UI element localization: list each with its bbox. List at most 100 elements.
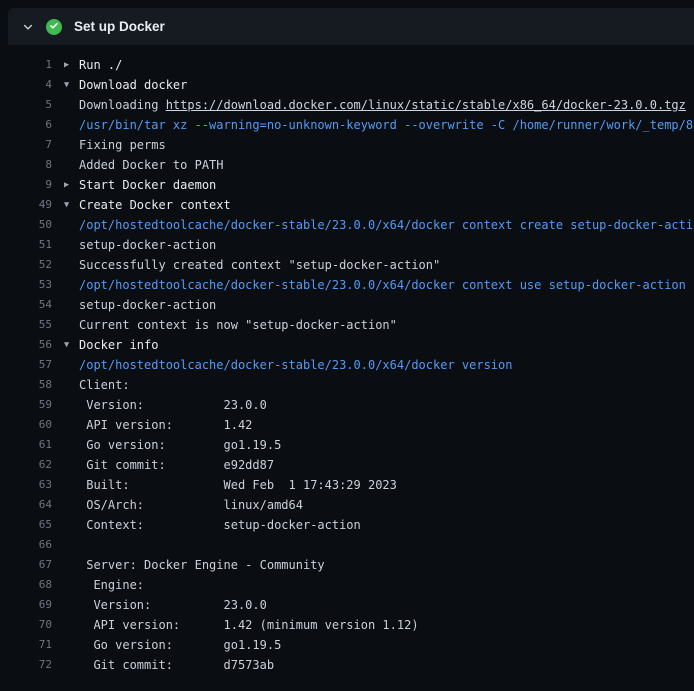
line-number[interactable]: 50 bbox=[8, 215, 52, 235]
line-number[interactable]: 62 bbox=[8, 455, 52, 475]
log-line: 60 API version: 1.42 bbox=[8, 415, 694, 435]
log-command-text: /opt/hostedtoolcache/docker-stable/23.0.… bbox=[52, 275, 686, 295]
group-collapsed-arrow-icon[interactable]: ▶ bbox=[64, 55, 79, 75]
line-number[interactable]: 70 bbox=[8, 615, 52, 635]
line-number[interactable]: 9 bbox=[8, 175, 52, 195]
log-line: 65 Context: setup-docker-action bbox=[8, 515, 694, 535]
log-text: Version: 23.0.0 bbox=[52, 395, 267, 415]
log-text: Version: 23.0.0 bbox=[52, 595, 267, 615]
line-number[interactable]: 52 bbox=[8, 255, 52, 275]
log-link[interactable]: https://download.docker.com/linux/static… bbox=[166, 98, 686, 112]
log-text: setup-docker-action bbox=[52, 235, 216, 255]
log-line: 70 API version: 1.42 (minimum version 1.… bbox=[8, 615, 694, 635]
log-line: 64 OS/Arch: linux/amd64 bbox=[8, 495, 694, 515]
log-line: 55Current context is now "setup-docker-a… bbox=[8, 315, 694, 335]
log-text: API version: 1.42 (minimum version 1.12) bbox=[52, 615, 419, 635]
line-number[interactable]: 5 bbox=[8, 95, 52, 115]
log-line: 63 Built: Wed Feb 1 17:43:29 2023 bbox=[8, 475, 694, 495]
line-number[interactable]: 58 bbox=[8, 375, 52, 395]
log-line: 62 Git commit: e92dd87 bbox=[8, 455, 694, 475]
line-content[interactable]: ▶Start Docker daemon bbox=[52, 175, 216, 195]
success-check-circle-icon bbox=[46, 19, 62, 35]
step-log-card: Set up Docker 1▶Run ./4▼Download docker5… bbox=[8, 8, 694, 675]
log-line: 53/opt/hostedtoolcache/docker-stable/23.… bbox=[8, 275, 694, 295]
line-number[interactable]: 4 bbox=[8, 75, 52, 95]
log-text: Server: Docker Engine - Community bbox=[52, 555, 325, 575]
step-title: Set up Docker bbox=[74, 19, 165, 34]
group-title[interactable]: Create Docker context bbox=[79, 198, 231, 212]
group-expanded-arrow-icon[interactable]: ▼ bbox=[64, 335, 79, 355]
line-number[interactable]: 49 bbox=[8, 195, 52, 215]
log-command-text: /opt/hostedtoolcache/docker-stable/23.0.… bbox=[52, 215, 694, 235]
line-number[interactable]: 71 bbox=[8, 635, 52, 655]
log-line: 54setup-docker-action bbox=[8, 295, 694, 315]
line-content[interactable]: ▼Download docker bbox=[52, 75, 187, 95]
log-text: Git commit: e92dd87 bbox=[52, 455, 274, 475]
line-number[interactable]: 7 bbox=[8, 135, 52, 155]
line-number[interactable]: 61 bbox=[8, 435, 52, 455]
log-line: 50/opt/hostedtoolcache/docker-stable/23.… bbox=[8, 215, 694, 235]
line-number[interactable]: 53 bbox=[8, 275, 52, 295]
log-line: 61 Go version: go1.19.5 bbox=[8, 435, 694, 455]
line-content[interactable]: ▼Create Docker context bbox=[52, 195, 231, 215]
log-command-text: /usr/bin/tar xz --warning=no-unknown-key… bbox=[52, 115, 694, 135]
log-line: 6/usr/bin/tar xz --warning=no-unknown-ke… bbox=[8, 115, 694, 135]
line-number[interactable]: 8 bbox=[8, 155, 52, 175]
log-line: 71 Go version: go1.19.5 bbox=[8, 635, 694, 655]
log-line: 58Client: bbox=[8, 375, 694, 395]
log-line: 59 Version: 23.0.0 bbox=[8, 395, 694, 415]
log-line: 52Successfully created context "setup-do… bbox=[8, 255, 694, 275]
log-line: 67 Server: Docker Engine - Community bbox=[8, 555, 694, 575]
log-line: 72 Git commit: d7573ab bbox=[8, 655, 694, 675]
line-number[interactable]: 59 bbox=[8, 395, 52, 415]
log-text: Added Docker to PATH bbox=[52, 155, 224, 175]
line-number[interactable]: 60 bbox=[8, 415, 52, 435]
chevron-down-icon[interactable] bbox=[20, 19, 36, 35]
line-content[interactable]: ▶Run ./ bbox=[52, 55, 122, 75]
log-lines: 1▶Run ./4▼Download docker5Downloading ht… bbox=[8, 45, 694, 675]
line-number[interactable]: 72 bbox=[8, 655, 52, 675]
log-line: 8Added Docker to PATH bbox=[8, 155, 694, 175]
log-line: 7Fixing perms bbox=[8, 135, 694, 155]
line-number[interactable]: 51 bbox=[8, 235, 52, 255]
log-text: Go version: go1.19.5 bbox=[52, 635, 281, 655]
log-line: 1▶Run ./ bbox=[8, 55, 694, 75]
log-text: Engine: bbox=[52, 575, 144, 595]
log-line: 69 Version: 23.0.0 bbox=[8, 595, 694, 615]
line-number[interactable]: 64 bbox=[8, 495, 52, 515]
group-title[interactable]: Docker info bbox=[79, 338, 158, 352]
log-line: 51setup-docker-action bbox=[8, 235, 694, 255]
line-number[interactable]: 68 bbox=[8, 575, 52, 595]
line-number[interactable]: 66 bbox=[8, 535, 52, 555]
line-number[interactable]: 69 bbox=[8, 595, 52, 615]
log-line: 56▼Docker info bbox=[8, 335, 694, 355]
line-number[interactable]: 56 bbox=[8, 335, 52, 355]
group-title[interactable]: Download docker bbox=[79, 78, 187, 92]
line-content: Downloading https://download.docker.com/… bbox=[52, 95, 686, 115]
group-expanded-arrow-icon[interactable]: ▼ bbox=[64, 75, 79, 95]
log-text: Current context is now "setup-docker-act… bbox=[52, 315, 397, 335]
log-line: 68 Engine: bbox=[8, 575, 694, 595]
log-text: Built: Wed Feb 1 17:43:29 2023 bbox=[52, 475, 397, 495]
line-number[interactable]: 6 bbox=[8, 115, 52, 135]
log-text: Successfully created context "setup-dock… bbox=[52, 255, 440, 275]
group-title[interactable]: Start Docker daemon bbox=[79, 178, 216, 192]
line-number[interactable]: 67 bbox=[8, 555, 52, 575]
line-number[interactable]: 65 bbox=[8, 515, 52, 535]
group-title[interactable]: Run ./ bbox=[79, 58, 122, 72]
log-text: Git commit: d7573ab bbox=[52, 655, 274, 675]
line-number[interactable]: 54 bbox=[8, 295, 52, 315]
log-text: Downloading bbox=[79, 98, 166, 112]
log-text: Fixing perms bbox=[52, 135, 166, 155]
log-line: 5Downloading https://download.docker.com… bbox=[8, 95, 694, 115]
step-header[interactable]: Set up Docker bbox=[8, 8, 694, 45]
group-expanded-arrow-icon[interactable]: ▼ bbox=[64, 195, 79, 215]
log-command-text: /opt/hostedtoolcache/docker-stable/23.0.… bbox=[52, 355, 512, 375]
log-line: 4▼Download docker bbox=[8, 75, 694, 95]
line-number[interactable]: 1 bbox=[8, 55, 52, 75]
line-content[interactable]: ▼Docker info bbox=[52, 335, 158, 355]
line-number[interactable]: 63 bbox=[8, 475, 52, 495]
group-collapsed-arrow-icon[interactable]: ▶ bbox=[64, 175, 79, 195]
line-number[interactable]: 57 bbox=[8, 355, 52, 375]
line-number[interactable]: 55 bbox=[8, 315, 52, 335]
